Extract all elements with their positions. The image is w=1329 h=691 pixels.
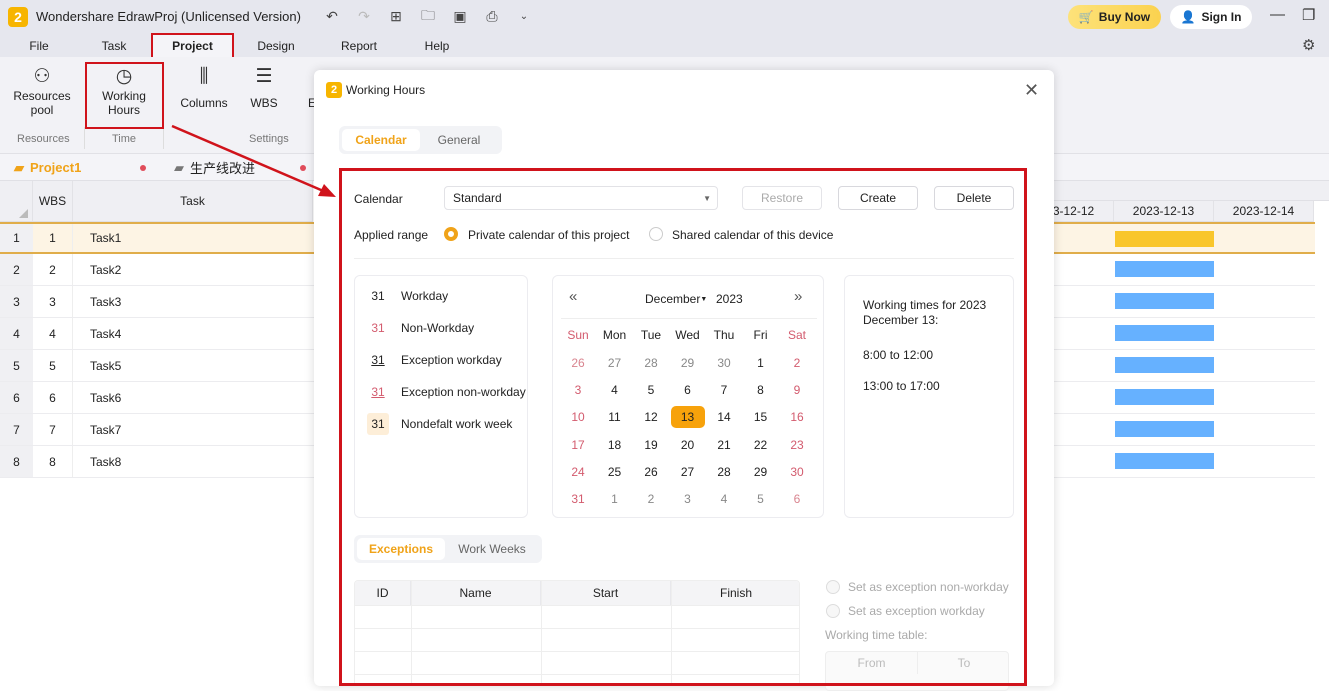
annotation-arrow: [171, 124, 336, 197]
